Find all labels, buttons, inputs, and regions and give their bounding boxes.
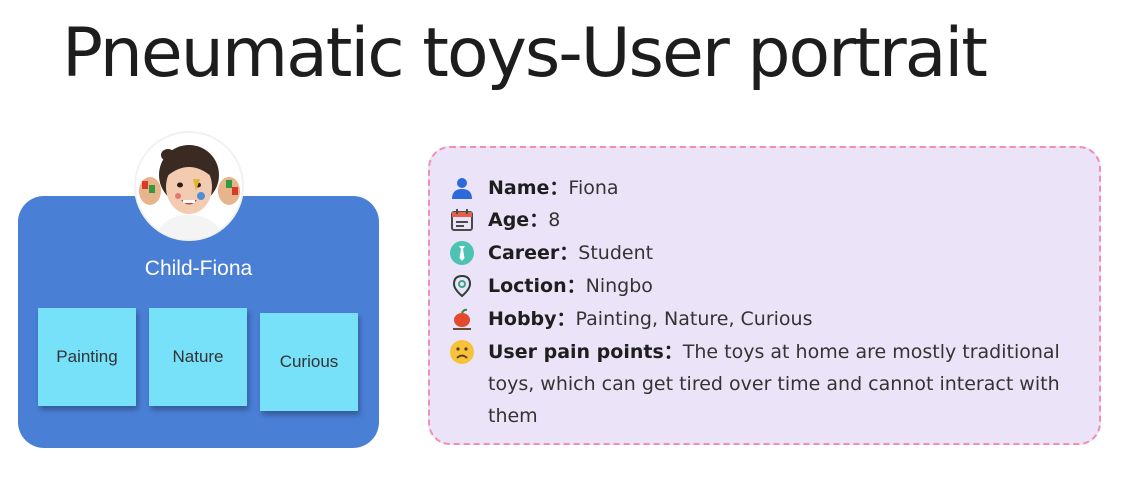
tag-note-label: Curious (279, 352, 339, 371)
avatar (136, 133, 242, 239)
name-value: Fiona (568, 177, 619, 199)
info-row-name: Name：Fiona (448, 172, 619, 204)
location-pin-icon (448, 272, 476, 300)
sad-face-icon (448, 338, 476, 366)
user-info-panel: Name：Fiona Age：8 Career：Student Loction：… (428, 146, 1101, 445)
tie-icon (448, 239, 476, 267)
name-label: Name： (488, 177, 569, 199)
career-value: Student (578, 242, 654, 264)
apple-icon (448, 305, 476, 333)
tag-note-painting: Painting (38, 308, 136, 406)
tag-note-curious: Curious (260, 313, 358, 411)
info-row-career: Career：Student (448, 237, 653, 269)
person-icon (448, 174, 476, 202)
info-row-pain-points: User pain points：The toys at home are mo… (448, 336, 1078, 432)
profile-name: Child-Fiona (144, 257, 253, 280)
child-photo (136, 133, 242, 239)
info-row-hobby: Hobby：Painting, Nature, Curious (448, 303, 813, 335)
pain-points-label: User pain points： (488, 341, 683, 363)
calendar-icon (448, 206, 476, 234)
age-value: 8 (548, 209, 561, 231)
location-label: Loction： (488, 275, 586, 297)
info-row-location: Loction：Ningbo (448, 270, 653, 302)
age-label: Age： (488, 209, 549, 231)
location-value: Ningbo (585, 275, 653, 297)
hobby-value: Painting, Nature, Curious (575, 308, 813, 330)
page-title: Pneumatic toys-User portrait (62, 14, 988, 93)
hobby-label: Hobby： (488, 308, 576, 330)
career-label: Career： (488, 242, 579, 264)
info-row-age: Age：8 (448, 204, 560, 236)
tag-note-label: Nature (172, 347, 224, 366)
tag-note-nature: Nature (149, 308, 247, 406)
tag-note-label: Painting (56, 347, 118, 366)
